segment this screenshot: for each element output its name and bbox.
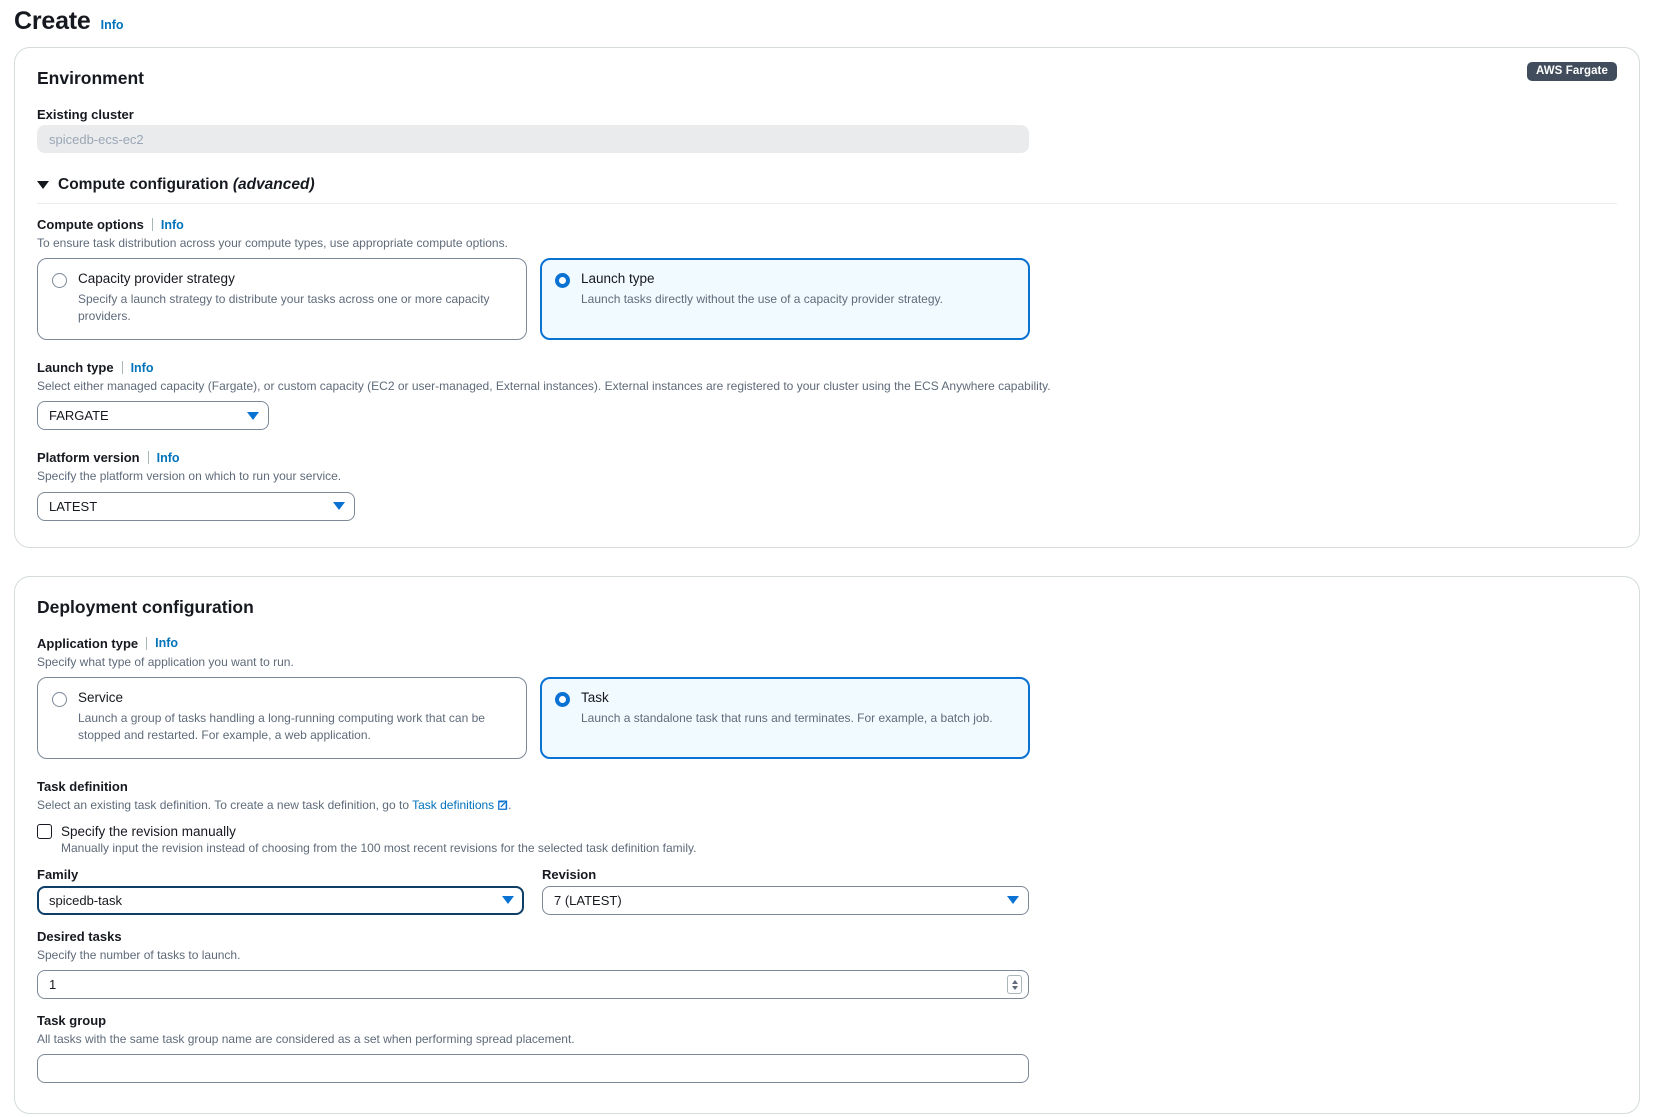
environment-card-title: Environment (37, 68, 1617, 89)
task-definition-label-text: Task definition (37, 779, 128, 794)
application-type-task[interactable]: Task Launch a standalone task that runs … (540, 677, 1030, 759)
family-label-text: Family (37, 867, 78, 882)
task-definition-label: Task definition (37, 779, 1617, 794)
family-column: Family spicedb-task (37, 867, 524, 915)
application-type-label: Application type Info (37, 636, 1617, 651)
compute-option-description: Launch tasks directly without the use of… (581, 291, 1015, 308)
specify-revision-manually-label: Specify the revision manually (61, 824, 236, 839)
existing-cluster-label: Existing cluster (37, 107, 1617, 122)
desired-tasks-description: Specify the number of tasks to launch. (37, 947, 1617, 963)
application-type-description: Specify what type of application you wan… (37, 654, 1617, 670)
caret-down-icon (37, 181, 49, 189)
environment-card: AWS Fargate Environment Existing cluster… (14, 47, 1640, 548)
application-type-service[interactable]: Service Launch a group of tasks handling… (37, 677, 527, 759)
application-type-description-text: Launch a standalone task that runs and t… (581, 710, 1015, 727)
existing-cluster-label-text: Existing cluster (37, 107, 134, 122)
task-definition-description-suffix: . (508, 798, 511, 812)
launch-type-label-text: Launch type (37, 360, 114, 375)
launch-type-value: FARGATE (49, 408, 109, 423)
desired-tasks-value: 1 (49, 978, 56, 991)
platform-version-value: LATEST (49, 499, 97, 514)
deployment-configuration-card: Deployment configuration Application typ… (14, 576, 1640, 1115)
launch-type-info-link[interactable]: Info (131, 361, 154, 375)
label-divider (148, 451, 149, 464)
application-type-title: Task (581, 690, 1015, 707)
chevron-down-icon (1007, 896, 1019, 904)
label-divider (122, 361, 123, 374)
radio-icon (52, 692, 67, 707)
desired-tasks-label-text: Desired tasks (37, 929, 122, 944)
aws-fargate-badge: AWS Fargate (1527, 62, 1617, 81)
label-divider (146, 637, 147, 650)
page-info-link[interactable]: Info (101, 18, 124, 32)
existing-cluster-input: spicedb-ecs-ec2 (37, 125, 1029, 153)
deployment-card-title: Deployment configuration (37, 597, 1617, 618)
task-definitions-link[interactable]: Task definitions (412, 798, 494, 812)
chevron-down-icon (333, 502, 345, 510)
quantity-stepper[interactable] (1007, 975, 1022, 994)
revision-column: Revision 7 (LATEST) (542, 867, 1029, 915)
desired-tasks-label: Desired tasks (37, 929, 1617, 944)
compute-options-description: To ensure task distribution across your … (37, 235, 1617, 251)
revision-label-text: Revision (542, 867, 596, 882)
application-type-title: Service (78, 690, 512, 707)
radio-selected-icon (555, 692, 570, 707)
application-type-label-text: Application type (37, 636, 138, 651)
radio-icon (52, 273, 67, 288)
launch-type-select[interactable]: FARGATE (37, 401, 269, 430)
specify-revision-manually-description: Manually input the revision instead of c… (61, 841, 1617, 855)
specify-revision-manually-checkbox-row[interactable]: Specify the revision manually (37, 824, 1617, 839)
task-group-input[interactable] (37, 1054, 1029, 1083)
application-type-tiles: Service Launch a group of tasks handling… (37, 677, 1617, 759)
family-value: spicedb-task (49, 893, 122, 908)
family-revision-row: Family spicedb-task Revision 7 (LATEST) (37, 867, 1617, 915)
external-link-icon (497, 799, 508, 815)
launch-type-label: Launch type Info (37, 360, 1617, 375)
page-header: Create Info (0, 0, 1654, 36)
radio-selected-icon (555, 273, 570, 288)
compute-configuration-toggle[interactable]: Compute configuration (advanced) (37, 176, 1617, 204)
stepper-up-icon[interactable] (1012, 980, 1018, 984)
compute-configuration-title: Compute configuration (advanced) (58, 176, 315, 194)
compute-option-title: Launch type (581, 271, 1015, 288)
compute-options-info-link[interactable]: Info (161, 218, 184, 232)
family-label: Family (37, 867, 524, 882)
compute-option-launch-type[interactable]: Launch type Launch tasks directly withou… (540, 258, 1030, 340)
task-definition-description: Select an existing task definition. To c… (37, 797, 1617, 815)
revision-label: Revision (542, 867, 1029, 882)
existing-cluster-value: spicedb-ecs-ec2 (49, 132, 144, 147)
label-divider (152, 218, 153, 231)
family-select[interactable]: spicedb-task (37, 886, 524, 915)
task-group-label: Task group (37, 1013, 1617, 1028)
platform-version-select[interactable]: LATEST (37, 492, 355, 521)
compute-option-capacity-provider-strategy[interactable]: Capacity provider strategy Specify a lau… (37, 258, 527, 340)
chevron-down-icon (502, 896, 514, 904)
task-group-label-text: Task group (37, 1013, 106, 1028)
platform-version-description: Specify the platform version on which to… (37, 468, 1617, 484)
task-definition-description-prefix: Select an existing task definition. To c… (37, 798, 412, 812)
compute-option-title: Capacity provider strategy (78, 271, 512, 288)
compute-options-label-text: Compute options (37, 217, 144, 232)
platform-version-label-text: Platform version (37, 450, 140, 465)
compute-options-label: Compute options Info (37, 217, 1617, 232)
task-group-description: All tasks with the same task group name … (37, 1031, 1617, 1047)
compute-configuration-title-text: Compute configuration (58, 176, 229, 193)
application-type-description-text: Launch a group of tasks handling a long-… (78, 710, 512, 744)
compute-options-tiles: Capacity provider strategy Specify a lau… (37, 258, 1617, 340)
compute-configuration-title-emphasis: (advanced) (233, 176, 315, 193)
stepper-down-icon[interactable] (1012, 986, 1018, 990)
checkbox-icon (37, 824, 52, 839)
revision-select[interactable]: 7 (LATEST) (542, 886, 1029, 915)
launch-type-description: Select either managed capacity (Fargate)… (37, 378, 1617, 394)
chevron-down-icon (247, 412, 259, 420)
platform-version-label: Platform version Info (37, 450, 1617, 465)
desired-tasks-input[interactable]: 1 (37, 970, 1029, 999)
application-type-info-link[interactable]: Info (155, 636, 178, 650)
page-title: Create (14, 6, 91, 36)
revision-value: 7 (LATEST) (554, 893, 622, 908)
compute-option-description: Specify a launch strategy to distribute … (78, 291, 512, 325)
create-task-page: Create Info AWS Fargate Environment Exis… (0, 0, 1654, 1117)
platform-version-info-link[interactable]: Info (157, 451, 180, 465)
